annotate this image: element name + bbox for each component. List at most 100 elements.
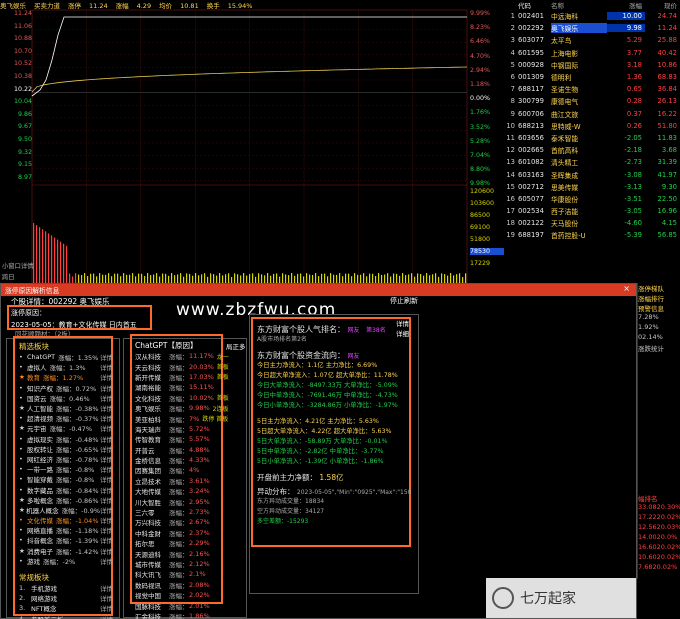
header-pct[interactable]: 涨幅 — [607, 0, 645, 10]
concept-stock-row[interactable]: 大地传媒 涨幅： 3.24% — [135, 486, 245, 496]
concept-stock-row[interactable]: 拓尔思 涨幅： 2.29% — [135, 538, 245, 548]
stock-row[interactable]: 2 002292 奥飞娱乐 9.98 11.24 — [505, 22, 680, 34]
concept-sort-button[interactable]: 局正多 — [226, 341, 246, 351]
sector-row[interactable]: • 知识产权 涨幅：0.72% 详情 — [19, 383, 115, 393]
sector-detail-link[interactable]: 详情 — [100, 464, 115, 474]
regular-sector-row[interactable]: 1. 手机游戏 详情 — [19, 583, 115, 593]
stock-row[interactable]: 11 603656 泰禾智能 -2.05 11.83 — [505, 132, 680, 144]
concept-stock-row[interactable]: 数码视讯 涨幅： 2.08% — [135, 580, 245, 590]
stock-row[interactable]: 15 002712 思美传媒 -3.13 9.30 — [505, 181, 680, 193]
sector-detail-link[interactable]: 详情 — [100, 593, 115, 603]
concept-stock-row[interactable]: 文化科技 涨幅： 10.02% 首板 — [135, 393, 245, 403]
stock-row[interactable]: 8 300799 康德电气 0.28 26.13 — [505, 95, 680, 107]
stock-row[interactable]: 13 601082 清头精工 -2.73 31.39 — [505, 156, 680, 168]
header-code[interactable]: 代码 — [518, 0, 551, 10]
stop-refresh-button[interactable]: 停止刷新 — [390, 296, 418, 306]
sector-detail-link[interactable]: 详情 — [100, 505, 115, 515]
sector-detail-link[interactable]: 详情 — [100, 362, 115, 372]
concept-stock-row[interactable]: 视觉中国 涨幅： 2.02% — [135, 590, 245, 600]
sector-row[interactable]: ★ 元宇宙 涨幅：-0.47% 详情 — [19, 423, 115, 433]
sector-row[interactable]: ★ 多啦概念 涨幅：-0.86% 详情 — [19, 495, 115, 505]
sector-row[interactable]: • ChatGPT 涨幅：1.35% 详情 — [19, 352, 115, 362]
concept-stock-row[interactable]: 天云科技 涨幅： 20.03% 首板 — [135, 361, 245, 372]
sector-row[interactable]: • 智能穿戴 涨幅：-0.8% 详情 — [19, 474, 115, 484]
stock-row[interactable]: 14 603163 圣晖集成 -3.08 41.97 — [505, 168, 680, 180]
stock-row[interactable]: 4 601595 上海电影 3.77 40.42 — [505, 47, 680, 59]
sector-row[interactable]: • 虚拟现实 涨幅：-0.48% 详情 — [19, 434, 115, 444]
concept-stock-row[interactable]: 汉从科技 涨幅： 11.17% 龙一 — [135, 351, 245, 361]
concept-stock-row[interactable]: 川大智胜 涨幅： 2.95% — [135, 496, 245, 507]
sector-row[interactable]: • 数字藏品 涨幅：-0.84% 详情 — [19, 484, 115, 495]
sector-detail-link[interactable]: 详情 — [100, 546, 115, 556]
stock-row[interactable]: 10 688213 思特威-W 0.26 51.80 — [505, 120, 680, 132]
stock-row[interactable]: 16 605077 华康股份 -3.51 22.50 — [505, 193, 680, 205]
stock-row[interactable]: 5 000928 中钢国际 3.18 10.86 — [505, 59, 680, 71]
stock-row[interactable]: 18 002122 天马股份 -4.60 4.15 — [505, 217, 680, 229]
sector-row[interactable]: • 网红经济 涨幅：-0.78% 详情 — [19, 454, 115, 464]
concept-stock-row[interactable]: 科大讯飞 涨幅： 2.1% — [135, 569, 245, 579]
sector-row[interactable]: • 一带一路 涨幅：-0.8% 详情 — [19, 464, 115, 474]
sector-detail-link[interactable]: 详情 — [100, 352, 115, 362]
concept-stock-row[interactable]: 海天瑞声 涨幅： 5.72% — [135, 424, 245, 434]
sector-row[interactable]: • 网络直播 涨幅：-1.18% 详情 — [19, 525, 115, 535]
sector-detail-link[interactable]: 详情 — [100, 525, 115, 535]
close-icon[interactable]: × — [623, 284, 630, 293]
sector-row[interactable]: ★ 教育 涨幅：1.27% 详情 — [19, 372, 115, 382]
concept-stock-row[interactable]: 开普云 涨幅： 4.88% — [135, 445, 245, 455]
header-name[interactable]: 名称 — [551, 0, 607, 10]
concept-stock-row[interactable]: 城市传媒 涨幅： 2.12% — [135, 559, 245, 569]
concept-stock-row[interactable]: 新开传媒 涨幅： 17.03% 首板 — [135, 372, 245, 382]
regular-sector-row[interactable]: 4. 参股新三板 详情 — [19, 614, 115, 619]
stock-row[interactable]: 6 001309 德明利 1.36 68.83 — [505, 71, 680, 83]
stock-row[interactable]: 19 688197 首药控股-U -5.39 56.85 — [505, 229, 680, 241]
sector-detail-link[interactable]: 详情 — [100, 556, 115, 566]
sector-detail-link[interactable]: 详情 — [100, 413, 115, 423]
sector-row[interactable]: • 文化传媒 涨幅：-1.04% 详情 — [19, 515, 115, 525]
stock-row[interactable]: 9 600706 曲江文旅 0.37 16.22 — [505, 108, 680, 120]
header-price[interactable]: 现价 — [645, 0, 677, 10]
sector-detail-link[interactable]: 详情 — [100, 583, 115, 593]
sector-row[interactable]: • 股权转让 涨幅：-0.65% 详情 — [19, 444, 115, 454]
stock-row[interactable]: 7 688117 圣诺生物 0.65 36.84 — [505, 83, 680, 95]
concept-stock-row[interactable]: 万兴科技 涨幅： 2.67% — [135, 517, 245, 527]
sector-detail-link[interactable]: 详情 — [100, 383, 115, 393]
concept-stock-row[interactable]: 立昂技术 涨幅： 3.61% — [135, 476, 245, 486]
sector-detail-link[interactable]: 详情 — [100, 444, 115, 454]
window-titlebar[interactable]: 涨停原因解析信息 × — [1, 284, 636, 296]
sector-row[interactable]: ★ 消费电子 涨幅：-1.42% 详情 — [19, 546, 115, 556]
sector-detail-link[interactable]: 详情 — [100, 372, 115, 382]
concept-stock-row[interactable]: 奥飞娱乐 涨幅： 9.98% 2连板 — [135, 403, 245, 413]
sector-row[interactable]: ★ 机器人概念 涨幅：-0.9% 详情 — [19, 505, 115, 515]
sector-detail-link[interactable]: 详情 — [100, 403, 115, 413]
concept-stock-row[interactable]: 传智教育 涨幅： 5.57% — [135, 434, 245, 444]
sector-row[interactable]: ★ 人工智能 涨幅：-0.38% 详情 — [19, 403, 115, 413]
concept-stock-row[interactable]: 三六零 涨幅： 2.73% — [135, 507, 245, 517]
concept-stock-row[interactable]: 湖南裕能 涨幅： 15.11% — [135, 382, 245, 392]
sector-row[interactable]: • 超清视频 涨幅：-0.37% 详情 — [19, 413, 115, 423]
stock-row[interactable]: 17 002534 西子洁能 -3.05 16.96 — [505, 205, 680, 217]
regular-sector-row[interactable]: 2. 网络游戏 详情 — [19, 593, 115, 603]
sector-detail-link[interactable]: 详情 — [100, 495, 115, 505]
sector-detail-link[interactable]: 详情 — [100, 603, 115, 613]
sector-detail-link[interactable]: 详情 — [100, 454, 115, 464]
stock-row[interactable]: 3 603077 太平鸟 5.29 25.88 — [505, 34, 680, 46]
concept-stock-row[interactable]: 美亚柏科 涨幅： 7% 跌停 首板 — [135, 413, 245, 424]
sector-row[interactable]: • 国资云 涨幅：0.46% 详情 — [19, 393, 115, 403]
sector-row[interactable]: • 抖音概念 涨幅：-1.39% 详情 — [19, 535, 115, 545]
concept-stock-row[interactable]: 金桥信息 涨幅： 4.33% — [135, 455, 245, 465]
sector-detail-link[interactable]: 详情 — [100, 474, 115, 484]
concept-stock-row[interactable]: 汇金科技 涨幅： 1.86% — [135, 611, 245, 619]
sector-detail-link[interactable]: 详情 — [100, 423, 115, 433]
sector-detail-link[interactable]: 详情 — [100, 515, 115, 525]
sector-detail-link[interactable]: 详情 — [100, 393, 115, 403]
concept-stock-row[interactable]: 天源迪科 涨幅： 2.16% — [135, 548, 245, 559]
concept-stock-row[interactable]: 国脉科技 涨幅： 2.01% — [135, 600, 245, 611]
sector-detail-link[interactable]: 详情 — [100, 535, 115, 545]
sector-detail-link[interactable]: 详情 — [100, 614, 115, 619]
sector-row[interactable]: • 虚拟人 涨幅：1.3% 详情 — [19, 362, 115, 372]
sector-row[interactable]: • 游戏 涨幅：-2% 详情 — [19, 556, 115, 566]
concept-stock-row[interactable]: 中科金财 涨幅： 2.37% — [135, 528, 245, 538]
sector-detail-link[interactable]: 详情 — [100, 434, 115, 444]
stock-row[interactable]: 1 002401 中远海科 10.00 24.74 — [505, 10, 680, 22]
regular-sector-row[interactable]: 3. NFT概念 详情 — [19, 603, 115, 613]
